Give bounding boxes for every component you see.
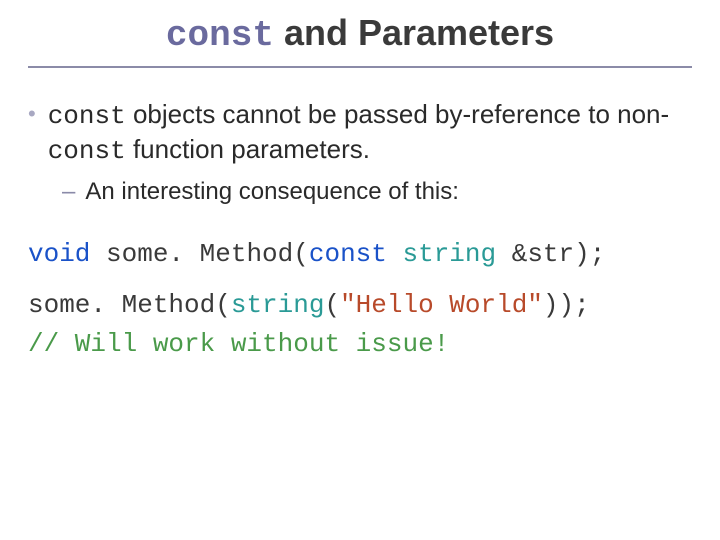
code2-lparen: ( — [324, 290, 340, 320]
bullet-dot-icon: • — [28, 100, 36, 128]
slide-title: const and Parameters — [28, 12, 692, 68]
title-rest: and Parameters — [274, 12, 554, 53]
code1-tail: &str); — [496, 239, 605, 269]
code1-void: void — [28, 239, 90, 269]
bullet-mid-1: objects cannot be passed by-reference to… — [126, 99, 669, 129]
sub-bullet-item: – An interesting consequence of this: — [62, 177, 692, 207]
code2-literal: "Hello World" — [340, 290, 543, 320]
code-line-1: void some. Method(const string &str); — [28, 235, 692, 274]
code2-method: some. Method( — [28, 290, 231, 320]
code1-space — [387, 239, 403, 269]
bullet-const-1: const — [48, 101, 126, 131]
bullet-item: • const objects cannot be passed by-refe… — [28, 98, 692, 167]
code1-const: const — [309, 239, 387, 269]
bullet-mid-2: function parameters. — [126, 134, 370, 164]
code2-tail: )); — [543, 290, 590, 320]
code1-string: string — [402, 239, 496, 269]
code1-method: some. Method( — [90, 239, 308, 269]
title-const-keyword: const — [166, 15, 274, 56]
sub-dash-icon: – — [62, 177, 75, 207]
code2-string: string — [231, 290, 325, 320]
code3-comment: // Will work without issue! — [28, 329, 449, 359]
code-line-2: some. Method(string("Hello World")); // … — [28, 286, 692, 364]
sub-bullet-text: An interesting consequence of this: — [85, 177, 459, 207]
bullet-text: const objects cannot be passed by-refere… — [48, 98, 692, 167]
bullet-const-2: const — [48, 136, 126, 166]
